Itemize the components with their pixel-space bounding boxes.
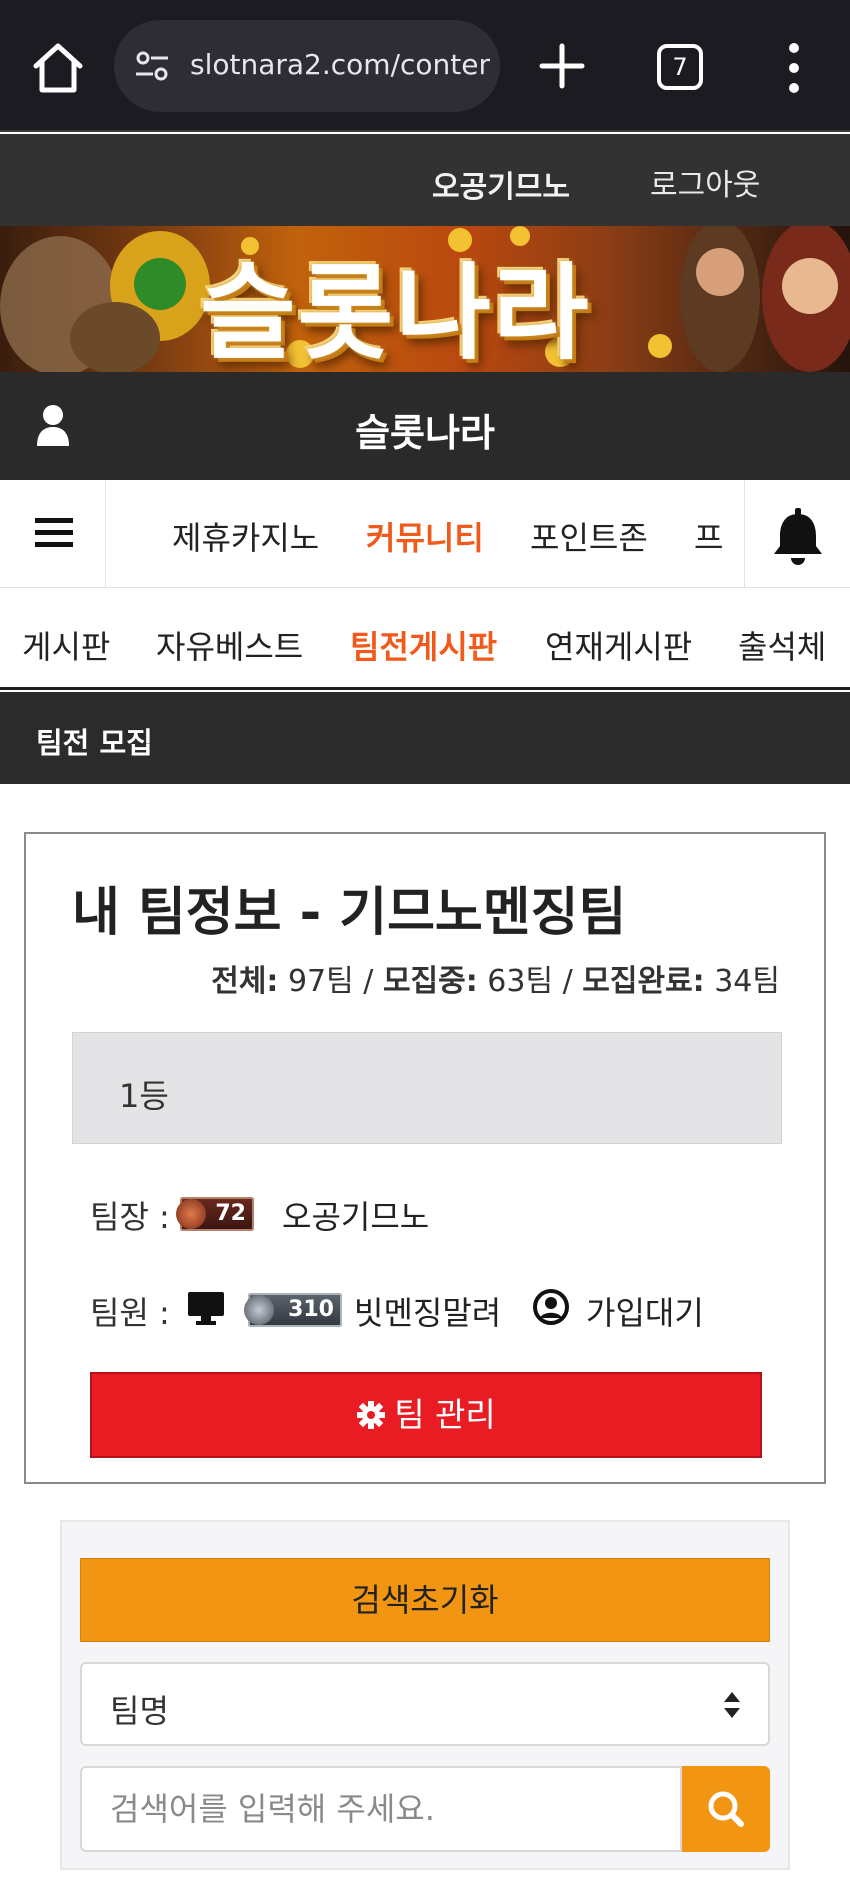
search-field-select[interactable]: 팀명: [80, 1662, 770, 1746]
browser-toolbar: slotnara2.com/conten 7: [0, 0, 850, 132]
search-button[interactable]: [682, 1766, 770, 1852]
select-value: 팀명: [110, 1692, 169, 1730]
select-arrows-icon: [722, 1690, 742, 1720]
tab-count-button[interactable]: 7: [657, 44, 703, 90]
search-input[interactable]: [80, 1766, 682, 1852]
rank-box: 1등: [72, 1032, 782, 1144]
leader-label: 팀장 :: [90, 1198, 170, 1236]
site-title[interactable]: 슬롯나라: [0, 402, 850, 457]
level-gem-icon: [244, 1295, 274, 1325]
sub-navigation: 게시판 자유베스트 팀전게시판 연재게시판 출석체: [0, 588, 850, 690]
gear-icon: [356, 1378, 386, 1429]
member-name[interactable]: 빗멘징말려: [354, 1288, 501, 1334]
leader-name[interactable]: 오공기므노: [282, 1192, 429, 1238]
leader-level: 72: [215, 1201, 246, 1226]
team-stats: 전체: 97팀 / 모집중: 63팀 / 모집완료: 34팀: [211, 964, 780, 999]
subnav-board[interactable]: 게시판: [22, 622, 110, 668]
overflow-menu-icon[interactable]: [780, 40, 808, 96]
member-label: 팀원 :: [90, 1294, 170, 1332]
username-link[interactable]: 오공기므노: [432, 162, 570, 206]
section-header: 팀전 모집: [0, 692, 850, 784]
subnav-attendance[interactable]: 출석체: [738, 622, 826, 668]
nav-item-point-zone[interactable]: 포인트존: [530, 513, 648, 559]
main-navigation: 제휴카지노 커뮤니티 포인트존 프: [0, 480, 850, 588]
team-manage-button[interactable]: 팀 관리: [90, 1372, 762, 1458]
team-manage-label: 팀 관리: [394, 1395, 496, 1434]
site-title-bar: 슬롯나라: [0, 372, 850, 480]
nav-item-truncated[interactable]: 프: [694, 513, 723, 559]
search-icon: [708, 1791, 744, 1827]
my-team-card: 내 팀정보 - 기므노멘징팀 전체: 97팀 / 모집중: 63팀 / 모집완료…: [24, 832, 826, 1484]
banner-title: 슬롯나라: [200, 252, 591, 372]
site-settings-icon[interactable]: [132, 46, 172, 86]
subnav-free-best[interactable]: 자유베스트: [156, 622, 303, 668]
address-bar[interactable]: slotnara2.com/conten: [114, 20, 500, 112]
subnav-team-board[interactable]: 팀전게시판: [350, 622, 497, 668]
section-title: 팀전 모집: [36, 726, 153, 760]
member-level: 310: [288, 1297, 334, 1322]
hamburger-menu-icon[interactable]: [0, 480, 106, 588]
notification-bell-icon[interactable]: [744, 480, 850, 588]
rank-text: 1등: [119, 1077, 169, 1115]
logout-link[interactable]: 로그아웃: [650, 160, 760, 204]
search-panel: 검색초기화 팀명: [60, 1520, 790, 1870]
nav-item-community[interactable]: 커뮤니티: [366, 513, 484, 559]
subnav-serial-board[interactable]: 연재게시판: [545, 622, 692, 668]
url-text[interactable]: slotnara2.com/conten: [190, 48, 490, 81]
level-gem-icon: [176, 1199, 206, 1229]
user-circle-icon: [532, 1288, 570, 1326]
new-tab-icon[interactable]: [536, 40, 588, 92]
team-title: 내 팀정보 - 기므노멘징팀: [72, 883, 627, 943]
nav-item-partner-casino[interactable]: 제휴카지노: [172, 513, 319, 559]
site-banner[interactable]: 슬롯나라: [0, 226, 850, 372]
site-account-bar: 오공기므노 로그아웃: [0, 134, 850, 226]
pending-join-label[interactable]: 가입대기: [586, 1288, 704, 1334]
home-icon[interactable]: [28, 40, 88, 96]
desktop-icon: [186, 1290, 226, 1326]
search-reset-button[interactable]: 검색초기화: [80, 1558, 770, 1642]
